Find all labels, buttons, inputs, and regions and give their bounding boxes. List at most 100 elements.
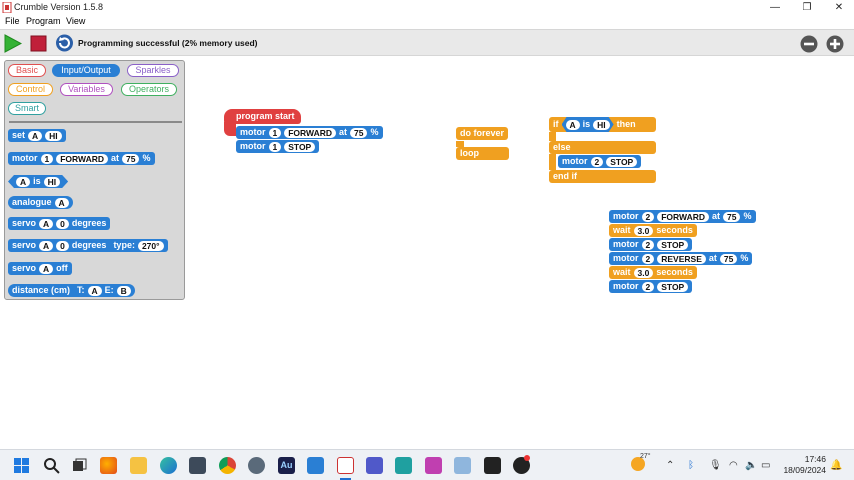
app-icon-3[interactable] bbox=[425, 457, 442, 474]
edge-icon[interactable] bbox=[160, 457, 177, 474]
palette-compare-block[interactable]: A is HI bbox=[8, 175, 68, 188]
e-pill[interactable]: B bbox=[116, 285, 131, 296]
motor-direction[interactable]: STOP bbox=[657, 281, 689, 292]
motor-number[interactable]: 2 bbox=[590, 156, 604, 167]
motor-number[interactable]: 2 bbox=[641, 281, 655, 292]
motor-speed[interactable]: 75 bbox=[723, 211, 741, 222]
motor-number[interactable]: 1 bbox=[268, 127, 282, 138]
volume-icon[interactable]: 🔈 bbox=[745, 460, 757, 471]
motor-speed[interactable]: 75 bbox=[350, 127, 368, 138]
app-icon-5[interactable] bbox=[484, 457, 501, 474]
audition-icon[interactable]: Au bbox=[278, 457, 295, 474]
bluetooth-icon[interactable]: ᛒ bbox=[688, 460, 694, 471]
program-motor-stop-block[interactable]: motor 1 STOP bbox=[236, 140, 320, 153]
restore-button[interactable]: ❐ bbox=[792, 0, 822, 15]
var-pill[interactable]: A bbox=[16, 177, 30, 187]
motor-number[interactable]: 1 bbox=[40, 153, 54, 164]
motor-number[interactable]: 2 bbox=[641, 253, 655, 264]
program-icon[interactable] bbox=[55, 33, 74, 53]
vscode-icon[interactable] bbox=[307, 457, 324, 474]
motor-direction[interactable]: STOP bbox=[606, 156, 638, 167]
start-icon[interactable] bbox=[13, 457, 30, 474]
notification-bell-icon[interactable]: 🔔 bbox=[830, 460, 842, 471]
app-icon[interactable] bbox=[189, 457, 206, 474]
palette-set-block[interactable]: set A HI bbox=[8, 129, 66, 142]
motor-number[interactable]: 1 bbox=[268, 141, 282, 152]
seq-motor-stop-block[interactable]: motor 2 STOP bbox=[609, 238, 693, 251]
file-explorer-icon[interactable] bbox=[130, 457, 147, 474]
stop-icon[interactable] bbox=[30, 35, 47, 52]
var-pill[interactable]: A bbox=[566, 120, 580, 130]
angle-pill[interactable]: 0 bbox=[56, 240, 69, 251]
app-icon-4[interactable] bbox=[454, 457, 471, 474]
category-variables[interactable]: Variables bbox=[60, 83, 113, 96]
zoom-in-icon[interactable] bbox=[826, 35, 844, 53]
motor-direction[interactable]: FORWARD bbox=[284, 127, 336, 138]
palette-servo-type-block[interactable]: servo A 0 degrees type: 270° bbox=[8, 239, 168, 252]
play-icon[interactable] bbox=[3, 34, 22, 53]
motor-direction[interactable]: STOP bbox=[284, 141, 316, 152]
menu-file[interactable]: File bbox=[5, 16, 20, 26]
category-control[interactable]: Control bbox=[8, 83, 53, 96]
motor-number[interactable]: 2 bbox=[641, 239, 655, 250]
pin-pill[interactable]: A bbox=[39, 240, 54, 251]
motor-direction[interactable]: FORWARD bbox=[657, 211, 709, 222]
category-input-output[interactable]: Input/Output bbox=[52, 64, 120, 77]
app-icon-2[interactable] bbox=[395, 457, 412, 474]
wait-value[interactable]: 3.0 bbox=[633, 267, 654, 278]
teams-icon[interactable] bbox=[366, 457, 383, 474]
palette-servo-off-block[interactable]: servo A off bbox=[8, 262, 72, 275]
close-button[interactable]: ✕ bbox=[824, 0, 854, 15]
t-pill[interactable]: A bbox=[87, 285, 102, 296]
crumble-icon[interactable] bbox=[337, 457, 354, 474]
motor-speed[interactable]: 75 bbox=[719, 253, 738, 264]
motor-speed[interactable]: 75 bbox=[122, 153, 140, 164]
category-smart[interactable]: Smart bbox=[8, 102, 46, 115]
palette-distance-block[interactable]: distance (cm) T: A E: B bbox=[8, 284, 135, 297]
system-clock[interactable]: 17:46 18/09/2024 bbox=[783, 454, 826, 476]
task-view-icon[interactable] bbox=[71, 457, 88, 474]
battery-icon[interactable]: ▭ bbox=[761, 460, 770, 471]
settings-icon[interactable] bbox=[248, 457, 265, 474]
seq-wait-block-2[interactable]: wait 3.0 seconds bbox=[609, 266, 697, 279]
menu-program[interactable]: Program bbox=[26, 16, 61, 26]
chevron-up-icon[interactable]: ⌃ bbox=[666, 460, 674, 471]
var-pill[interactable]: A bbox=[28, 130, 43, 141]
value-pill[interactable]: HI bbox=[44, 177, 61, 187]
search-icon[interactable] bbox=[43, 457, 60, 474]
pin-pill[interactable]: A bbox=[39, 218, 54, 229]
menu-view[interactable]: View bbox=[66, 16, 85, 26]
motor-direction[interactable]: FORWARD bbox=[56, 153, 108, 164]
value-pill[interactable]: HI bbox=[45, 130, 62, 141]
pin-pill[interactable]: A bbox=[54, 197, 69, 208]
palette-servo-block[interactable]: servo A 0 degrees bbox=[8, 217, 111, 230]
value-pill[interactable]: HI bbox=[593, 120, 610, 130]
seq-motor-forward-block[interactable]: motor 2 FORWARD at 75 % bbox=[609, 210, 756, 223]
angle-pill[interactable]: 0 bbox=[56, 218, 69, 229]
seq-wait-block[interactable]: wait 3.0 seconds bbox=[609, 224, 697, 237]
program-motor-forward-block[interactable]: motor 1 FORWARD at 75 % bbox=[236, 126, 383, 139]
seq-motor-stop-block-2[interactable]: motor 2 STOP bbox=[609, 280, 693, 293]
condition-slot[interactable]: A is HI bbox=[562, 117, 614, 132]
if-else-block[interactable]: if A is HI then else motor 2 STOP end if bbox=[549, 117, 656, 183]
type-pill[interactable]: 270° bbox=[137, 240, 164, 251]
else-motor-stop-block[interactable]: motor 2 STOP bbox=[558, 155, 642, 168]
motor-number[interactable]: 2 bbox=[641, 211, 655, 222]
category-sparkles[interactable]: Sparkles bbox=[127, 64, 179, 77]
wifi-icon[interactable]: ◠ bbox=[729, 460, 738, 471]
palette-analogue-block[interactable]: analogue A bbox=[8, 196, 73, 209]
category-basic[interactable]: Basic bbox=[8, 64, 46, 77]
palette-motor-block[interactable]: motor 1 FORWARD at 75 % bbox=[8, 152, 155, 165]
wait-value[interactable]: 3.0 bbox=[633, 225, 654, 236]
motor-direction[interactable]: STOP bbox=[657, 239, 689, 250]
minimize-button[interactable]: — bbox=[760, 0, 790, 15]
motor-direction[interactable]: REVERSE bbox=[657, 253, 706, 264]
microphone-icon[interactable]: 🎙 bbox=[709, 460, 722, 471]
seq-motor-reverse-block[interactable]: motor 2 REVERSE at 75 % bbox=[609, 252, 753, 265]
firefox-icon[interactable] bbox=[100, 457, 117, 474]
category-operators[interactable]: Operators bbox=[121, 83, 177, 96]
pin-pill[interactable]: A bbox=[39, 263, 54, 274]
zoom-out-icon[interactable] bbox=[800, 35, 818, 53]
chrome-icon[interactable] bbox=[219, 457, 236, 474]
do-forever-block[interactable]: do forever loop bbox=[456, 123, 509, 160]
